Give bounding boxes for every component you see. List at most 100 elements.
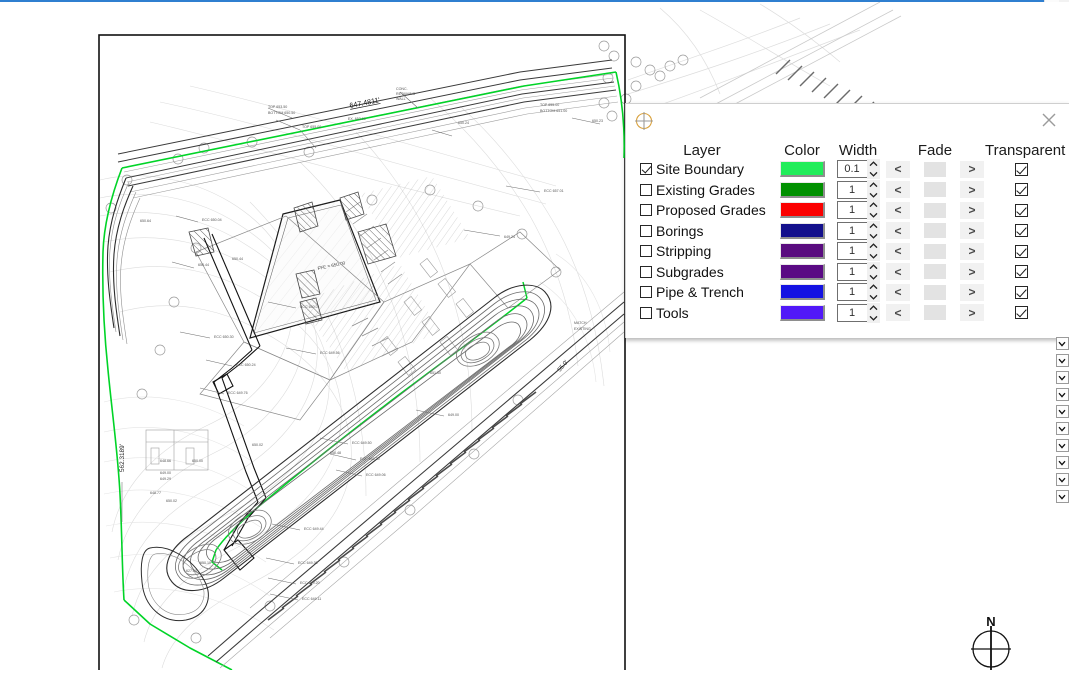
- width-stepper[interactable]: [836, 241, 880, 262]
- layer-visibility-checkbox[interactable]: [640, 163, 652, 176]
- width-input[interactable]: [836, 180, 867, 199]
- width-stepper[interactable]: [836, 220, 880, 241]
- layer-color-swatch[interactable]: [779, 202, 825, 219]
- layer-transparent-checkbox[interactable]: [1014, 285, 1028, 299]
- width-stepper[interactable]: [836, 200, 880, 221]
- layer-visibility-checkbox[interactable]: [640, 265, 652, 278]
- fade-increase-button[interactable]: >: [960, 201, 984, 219]
- fade-increase-button[interactable]: >: [960, 283, 984, 301]
- fade-decrease-button[interactable]: <: [886, 181, 910, 199]
- chevron-down-icon[interactable]: [1056, 388, 1069, 401]
- layer-color-swatch[interactable]: [779, 161, 825, 178]
- layer-color-swatch[interactable]: [779, 243, 825, 260]
- width-input[interactable]: [836, 242, 867, 261]
- layer-transparent-checkbox[interactable]: [1014, 244, 1028, 258]
- layer-row: Existing Grades < >: [637, 179, 1057, 201]
- width-decrement-button[interactable]: [866, 251, 880, 262]
- width-decrement-button[interactable]: [866, 312, 880, 323]
- width-stepper[interactable]: [836, 302, 880, 323]
- fade-slider-thumb[interactable]: [924, 182, 946, 198]
- layer-name-label: Borings: [656, 222, 704, 239]
- fade-increase-button[interactable]: >: [960, 181, 984, 199]
- width-increment-button[interactable]: [866, 241, 880, 252]
- fade-slider-thumb[interactable]: [924, 284, 946, 300]
- layer-visibility-checkbox[interactable]: [640, 306, 652, 319]
- fade-increase-button[interactable]: >: [960, 263, 984, 281]
- layer-color-swatch[interactable]: [779, 304, 825, 321]
- layer-transparent-checkbox[interactable]: [1014, 162, 1028, 176]
- width-input[interactable]: [836, 160, 867, 179]
- fade-decrease-button[interactable]: <: [886, 283, 910, 301]
- width-stepper[interactable]: [836, 261, 880, 282]
- layer-visibility-checkbox[interactable]: [640, 183, 652, 196]
- layer-color-swatch[interactable]: [779, 263, 825, 280]
- width-increment-button[interactable]: [866, 220, 880, 231]
- width-decrement-button[interactable]: [866, 189, 880, 200]
- chevron-down-icon[interactable]: [1056, 337, 1069, 350]
- fade-decrease-button[interactable]: <: [886, 201, 910, 219]
- chevron-down-icon[interactable]: [1056, 354, 1069, 367]
- layer-transparent-checkbox[interactable]: [1014, 183, 1028, 197]
- width-increment-button[interactable]: [866, 200, 880, 211]
- fade-slider-thumb[interactable]: [924, 264, 946, 280]
- fade-slider-thumb[interactable]: [924, 202, 946, 218]
- width-increment-button[interactable]: [866, 282, 880, 293]
- layer-transparent-checkbox[interactable]: [1014, 265, 1028, 279]
- fade-slider-thumb[interactable]: [924, 243, 946, 259]
- width-input[interactable]: [836, 303, 867, 322]
- layer-fade-cell: < >: [885, 304, 985, 322]
- fade-decrease-button[interactable]: <: [886, 263, 910, 281]
- chevron-down-icon[interactable]: [1056, 371, 1069, 384]
- fade-increase-button[interactable]: >: [960, 242, 984, 260]
- layer-visibility-checkbox[interactable]: [640, 245, 652, 258]
- chevron-down-icon[interactable]: [1056, 422, 1069, 435]
- chevron-down-icon[interactable]: [1056, 405, 1069, 418]
- width-increment-button[interactable]: [866, 302, 880, 313]
- chevron-down-icon[interactable]: [1056, 473, 1069, 486]
- width-input[interactable]: [836, 221, 867, 240]
- layer-visibility-checkbox[interactable]: [640, 224, 652, 237]
- layer-transparent-checkbox[interactable]: [1014, 306, 1028, 320]
- chevron-down-icon[interactable]: [1056, 490, 1069, 503]
- chevron-down-icon[interactable]: [1056, 456, 1069, 469]
- fade-increase-button[interactable]: >: [960, 304, 984, 322]
- width-increment-button[interactable]: [866, 159, 880, 170]
- layer-visibility-checkbox[interactable]: [640, 286, 652, 299]
- fade-decrease-button[interactable]: <: [886, 242, 910, 260]
- width-decrement-button[interactable]: [866, 210, 880, 221]
- width-stepper[interactable]: [836, 282, 880, 303]
- crosshair-target-icon: [634, 111, 654, 131]
- close-icon[interactable]: [1039, 110, 1059, 130]
- chevron-down-icon[interactable]: [1056, 439, 1069, 452]
- layer-transparent-checkbox[interactable]: [1014, 224, 1028, 238]
- fade-decrease-button[interactable]: <: [886, 304, 910, 322]
- fade-decrease-button[interactable]: <: [886, 160, 910, 178]
- width-stepper-buttons: [866, 302, 880, 323]
- width-decrement-button[interactable]: [866, 169, 880, 180]
- width-decrement-button[interactable]: [866, 230, 880, 241]
- fade-increase-button[interactable]: >: [960, 160, 984, 178]
- width-increment-button[interactable]: [866, 179, 880, 190]
- layer-visibility-checkbox[interactable]: [640, 204, 652, 217]
- width-decrement-button[interactable]: [866, 292, 880, 303]
- fade-increase-button[interactable]: >: [960, 222, 984, 240]
- layer-color-swatch[interactable]: [779, 222, 825, 239]
- width-input[interactable]: [836, 201, 867, 220]
- width-stepper[interactable]: [836, 179, 880, 200]
- svg-text:650.02: 650.02: [166, 499, 177, 503]
- width-input[interactable]: [836, 262, 867, 281]
- fade-slider-thumb[interactable]: [924, 305, 946, 321]
- width-increment-button[interactable]: [866, 261, 880, 272]
- layer-color-swatch[interactable]: [779, 284, 825, 301]
- width-input[interactable]: [836, 283, 867, 302]
- svg-text:MATCH: MATCH: [574, 321, 587, 325]
- width-decrement-button[interactable]: [866, 271, 880, 282]
- layer-color-swatch[interactable]: [779, 181, 825, 198]
- fade-slider-thumb[interactable]: [924, 161, 946, 177]
- layer-width-cell: [831, 302, 885, 323]
- layer-properties-panel[interactable]: Layer Color Width Fade Transparent Site …: [625, 103, 1069, 338]
- width-stepper[interactable]: [836, 159, 880, 180]
- layer-transparent-checkbox[interactable]: [1014, 203, 1028, 217]
- fade-decrease-button[interactable]: <: [886, 222, 910, 240]
- fade-slider-thumb[interactable]: [924, 223, 946, 239]
